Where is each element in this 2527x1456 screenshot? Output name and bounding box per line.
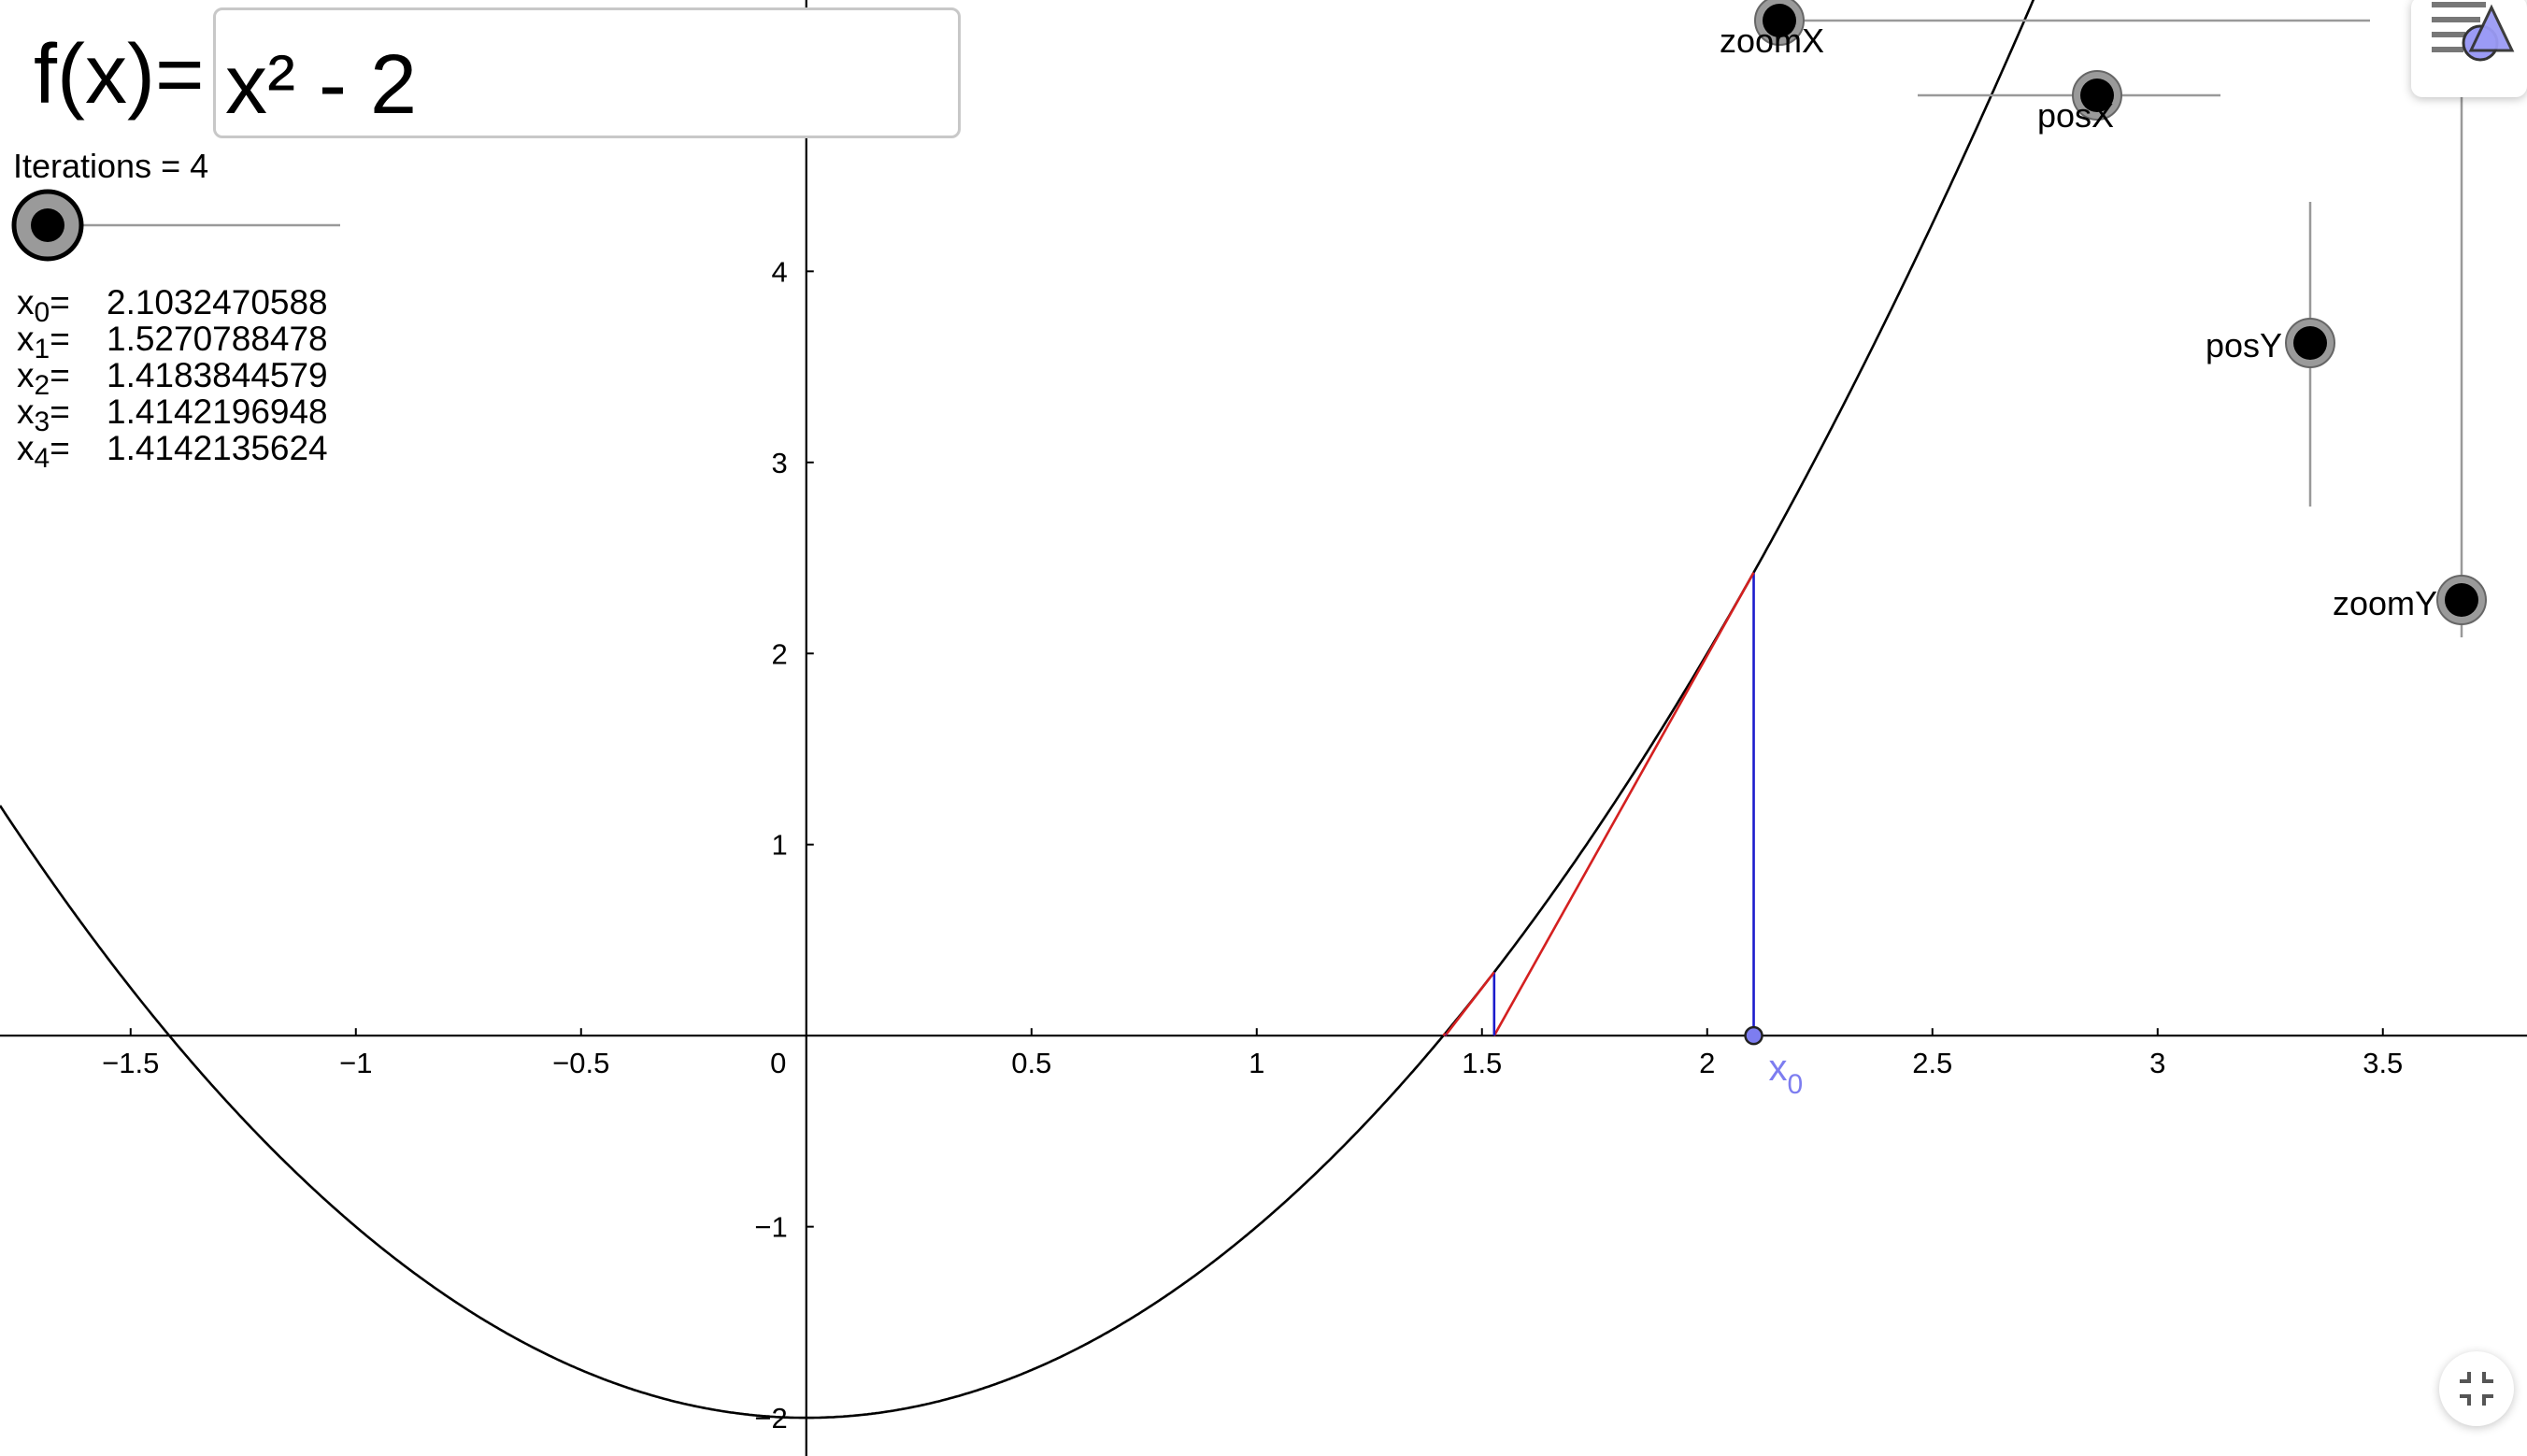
- iterate-equals: =: [50, 356, 70, 394]
- iterate-equals: =: [50, 393, 70, 431]
- axes: [0, 0, 2527, 1456]
- function-curve-layer: [0, 0, 2035, 1420]
- iterate-value: 1.5270788478: [107, 320, 328, 358]
- iterate-equals: =: [50, 320, 70, 358]
- iterate-row: x3= 1.4142196948: [17, 393, 328, 437]
- iterate-value: 2.1032470588: [107, 283, 328, 321]
- iterate-symbol: x: [17, 283, 35, 321]
- graphing-canvas[interactable]: −1.5 −1 −0.5 0 0.5 1 1.5 2 2.5 3 3.5−2−11234 zoomX…: [0, 0, 2527, 1456]
- zoomX-label: zoomX: [1720, 21, 1824, 60]
- iterations-slider-handle[interactable]: [11, 189, 84, 262]
- function-input[interactable]: x² - 2: [225, 38, 417, 132]
- iterate-name: x0=: [17, 283, 107, 328]
- x-tick-label: 3: [2149, 1047, 2165, 1079]
- iterations-label: Iterations = 4: [13, 147, 209, 185]
- y-tick-label: 4: [772, 255, 788, 288]
- iterate-index: 4: [34, 443, 50, 474]
- iterates-table: x0= 2.1032470588 x1= 1.5270788478 x2= 1.41838…: [17, 283, 328, 474]
- iterate-name: x1=: [17, 320, 107, 364]
- iterate-name: x2=: [17, 356, 107, 401]
- y-tick-label: −1: [754, 1211, 787, 1244]
- posY-label: posY: [2206, 326, 2282, 364]
- function-label: f(x)=: [34, 28, 205, 121]
- x0-point-label: x0: [1769, 1048, 1804, 1100]
- iterate-symbol: x: [17, 393, 35, 431]
- x-tick-label: −1.5: [102, 1047, 159, 1079]
- tangent-line: [1492, 572, 1755, 1036]
- x-tick-label: 2: [1699, 1047, 1715, 1079]
- axis-ticks: −1.5 −1 −0.5 0 0.5 1 1.5 2 2.5 3 3.5−2−11234: [102, 255, 2403, 1435]
- x-tick-label: 3.5: [2363, 1047, 2403, 1079]
- iterate-row: x4= 1.4142135624: [17, 429, 328, 474]
- exit-fullscreen-icon: [2460, 1372, 2493, 1406]
- x-tick-label: 2.5: [1912, 1047, 1952, 1079]
- x-tick-label: −0.5: [552, 1047, 609, 1079]
- zoomY-slider-handle-dot: [2445, 583, 2478, 617]
- function-curve: [0, 0, 2035, 1420]
- x-tick-label: 1: [1249, 1047, 1264, 1079]
- iterate-symbol: x: [17, 356, 35, 394]
- iterate-row: x2= 1.4183844579: [17, 356, 328, 401]
- y-tick-label: 3: [772, 447, 788, 479]
- iterate-index: 2: [34, 370, 50, 401]
- iterate-index: 3: [34, 407, 50, 437]
- x-tick-label: −1: [339, 1047, 372, 1079]
- iterations-slider-dot: [31, 208, 64, 242]
- tangent-line: [1442, 1032, 1447, 1037]
- x0-point-layer[interactable]: x0: [1744, 1025, 1804, 1100]
- y-tick-label: 2: [772, 637, 788, 670]
- newton-iteration-layer: [1442, 572, 1755, 1037]
- iterate-row: x0= 2.1032470588: [17, 283, 328, 328]
- iterate-index: 1: [34, 334, 50, 364]
- posX-label: posX: [2037, 96, 2114, 135]
- x-tick-label: 0.5: [1011, 1047, 1051, 1079]
- zoomY-label: zoomY: [2333, 584, 2437, 622]
- iterate-equals: =: [50, 429, 70, 467]
- iterate-equals: =: [50, 283, 70, 321]
- graphics-style-menu-button[interactable]: [2411, 0, 2527, 97]
- iterate-symbol: x: [17, 429, 35, 467]
- iterate-row: x1= 1.5270788478: [17, 320, 328, 364]
- tangent-line: [1444, 971, 1495, 1036]
- graphics-style-menu-icon: [2432, 2, 2515, 62]
- exit-fullscreen-button[interactable]: [2439, 1351, 2514, 1426]
- y-tick-label: 1: [772, 829, 788, 862]
- x0-point[interactable]: [1744, 1025, 1763, 1046]
- iterate-name: x3=: [17, 393, 107, 437]
- iterate-value: 1.4142196948: [107, 393, 328, 431]
- posY-slider-handle[interactable]: [2285, 318, 2335, 368]
- posY-slider-handle-dot: [2293, 326, 2327, 360]
- iterate-symbol: x: [17, 320, 35, 358]
- x-tick-label: 0: [770, 1047, 786, 1079]
- iterate-value: 1.4142135624: [107, 429, 328, 467]
- zoomY-slider-handle[interactable]: [2436, 575, 2487, 625]
- iterate-value: 1.4183844579: [107, 356, 328, 394]
- function-input-box[interactable]: x² - 2: [213, 7, 961, 138]
- x-tick-label: 1.5: [1462, 1047, 1502, 1079]
- iterate-index: 0: [34, 297, 50, 328]
- iterate-name: x4=: [17, 429, 107, 474]
